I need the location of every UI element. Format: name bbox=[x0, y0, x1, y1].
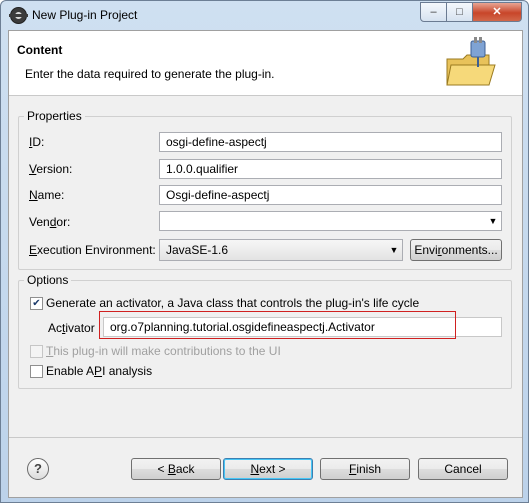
properties-group-label: Properties bbox=[24, 109, 85, 123]
activator-field[interactable]: org.o7planning.tutorial.osgidefineaspect… bbox=[103, 317, 502, 337]
id-label: ID: bbox=[29, 135, 45, 149]
wizard-header: Content Enter the data required to gener… bbox=[9, 31, 522, 96]
api-analysis-label: Enable API analysis bbox=[46, 364, 153, 378]
back-button[interactable]: < Back bbox=[131, 458, 221, 480]
vendor-label: Vendor: bbox=[29, 215, 71, 229]
vendor-combo[interactable]: ▼ bbox=[159, 211, 502, 231]
minimize-button[interactable]: – bbox=[420, 2, 447, 22]
execution-environment-combo[interactable]: JavaSE-1.6 ▼ bbox=[159, 239, 403, 261]
title-bar[interactable]: New Plug-in Project – □ ✕ bbox=[1, 1, 528, 29]
version-field[interactable]: 1.0.0.qualifier bbox=[159, 159, 502, 179]
generate-activator-checkbox[interactable]: ✔ bbox=[30, 297, 43, 310]
ui-contributions-label: This plug-in will make contributions to … bbox=[46, 344, 281, 358]
finish-button[interactable]: Finish bbox=[320, 458, 410, 480]
options-group-label: Options bbox=[24, 273, 72, 287]
checkmark-icon: ✔ bbox=[32, 298, 41, 309]
id-field[interactable]: osgi-define-aspectj bbox=[159, 132, 502, 152]
eclipse-icon bbox=[9, 7, 28, 24]
execution-environment-label: Execution Environment: bbox=[29, 243, 156, 257]
environments-button[interactable]: Environments... bbox=[410, 239, 502, 261]
footer-separator bbox=[9, 437, 522, 438]
dropdown-arrow-icon[interactable]: ▼ bbox=[386, 240, 402, 258]
name-field[interactable]: Osgi-define-aspectj bbox=[159, 185, 502, 205]
dialog-content: Content Enter the data required to gener… bbox=[8, 30, 523, 498]
window-title: New Plug-in Project bbox=[32, 8, 138, 22]
ui-contributions-checkbox[interactable] bbox=[30, 345, 43, 358]
cancel-button[interactable]: Cancel bbox=[418, 458, 508, 480]
api-analysis-checkbox[interactable] bbox=[30, 365, 43, 378]
close-button[interactable]: ✕ bbox=[472, 2, 522, 22]
activator-label: Activator bbox=[48, 321, 95, 335]
next-button[interactable]: Next > bbox=[223, 458, 313, 480]
execution-environment-value: JavaSE-1.6 bbox=[166, 243, 229, 257]
name-label: Name: bbox=[29, 188, 65, 202]
dropdown-arrow-icon[interactable]: ▼ bbox=[485, 212, 501, 230]
page-title: Content bbox=[17, 43, 63, 57]
maximize-button[interactable]: □ bbox=[446, 2, 473, 22]
dialog-window: New Plug-in Project – □ ✕ Content Enter … bbox=[0, 0, 529, 503]
generate-activator-label: Generate an activator, a Java class that… bbox=[46, 296, 420, 310]
help-button[interactable]: ? bbox=[27, 458, 49, 480]
version-label: Version: bbox=[29, 162, 73, 176]
page-description: Enter the data required to generate the … bbox=[25, 67, 275, 81]
plugin-folder-icon bbox=[446, 37, 496, 86]
